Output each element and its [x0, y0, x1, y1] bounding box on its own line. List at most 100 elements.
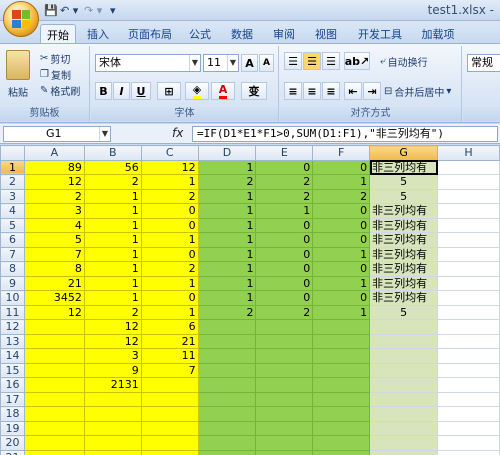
cell-b6[interactable]: 1 — [83, 232, 142, 248]
cell-b15[interactable]: 9 — [83, 362, 142, 378]
tab-addins[interactable]: 加载项 — [414, 24, 462, 43]
cell-g17[interactable] — [369, 391, 439, 407]
cell-e14[interactable] — [255, 348, 314, 364]
cell-a12[interactable] — [23, 319, 85, 335]
increase-indent-button[interactable]: ⇥ — [363, 82, 381, 100]
row-header[interactable]: 4 — [0, 203, 25, 219]
cell-b16[interactable]: 2131 — [83, 377, 142, 393]
cell-c4[interactable]: 0 — [140, 203, 199, 219]
cell-h11[interactable] — [437, 304, 500, 320]
cell-d7[interactable]: 1 — [197, 246, 257, 262]
cell-e15[interactable] — [255, 362, 314, 378]
merge-center-button[interactable]: ⊟ 合并后居中 ▾ — [384, 84, 451, 99]
cell-e20[interactable] — [255, 435, 314, 451]
cell-a17[interactable] — [23, 391, 85, 407]
cell-h7[interactable] — [437, 246, 500, 262]
cell-a19[interactable] — [23, 420, 85, 436]
redo-button[interactable]: ↷ ▾ — [84, 3, 102, 18]
cell-d2[interactable]: 2 — [197, 174, 257, 190]
row-header[interactable]: 20 — [0, 435, 25, 451]
cell-b13[interactable]: 12 — [83, 333, 142, 349]
row-header[interactable]: 1 — [0, 159, 25, 175]
column-header-a[interactable]: A — [23, 145, 85, 161]
cell-g2[interactable]: 5 — [369, 174, 439, 190]
undo-button[interactable]: ↶ ▾ — [60, 3, 78, 18]
cell-h1[interactable] — [437, 159, 500, 175]
row-header[interactable]: 5 — [0, 217, 25, 233]
format-painter-button[interactable]: ✎ 格式刷 — [40, 83, 80, 98]
cell-a15[interactable] — [23, 362, 85, 378]
cell-h3[interactable] — [437, 188, 500, 204]
paste-button[interactable]: 粘贴 — [8, 84, 28, 99]
cell-e2[interactable]: 2 — [255, 174, 314, 190]
cell-b1[interactable]: 56 — [83, 159, 142, 175]
cell-b12[interactable]: 12 — [83, 319, 142, 335]
cell-a18[interactable] — [23, 406, 85, 422]
cell-h2[interactable] — [437, 174, 500, 190]
cell-a21[interactable] — [23, 449, 85, 455]
cell-f2[interactable]: 1 — [312, 174, 371, 190]
cell-a8[interactable]: 8 — [23, 261, 85, 277]
cell-b8[interactable]: 1 — [83, 261, 142, 277]
row-header[interactable]: 16 — [0, 377, 25, 393]
row-header[interactable]: 3 — [0, 188, 25, 204]
cell-h14[interactable] — [437, 348, 500, 364]
align-center-button[interactable]: ≡ — [303, 82, 321, 100]
cell-h15[interactable] — [437, 362, 500, 378]
cell-f3[interactable]: 2 — [312, 188, 371, 204]
cell-f7[interactable]: 1 — [312, 246, 371, 262]
align-left-button[interactable]: ≡ — [284, 82, 302, 100]
customize-quick-access-icon[interactable]: ▾ — [110, 3, 116, 18]
align-bottom-button[interactable]: ☰ — [322, 52, 340, 70]
cell-d5[interactable]: 1 — [197, 217, 257, 233]
cell-d15[interactable] — [197, 362, 257, 378]
row-header[interactable]: 17 — [0, 391, 25, 407]
cell-f4[interactable]: 0 — [312, 203, 371, 219]
save-icon[interactable]: 💾 — [44, 3, 58, 18]
cell-g16[interactable] — [369, 377, 439, 393]
cell-f19[interactable] — [312, 420, 371, 436]
cell-a14[interactable] — [23, 348, 85, 364]
cell-f20[interactable] — [312, 435, 371, 451]
cell-c1[interactable]: 12 — [140, 159, 199, 175]
row-header[interactable]: 12 — [0, 319, 25, 335]
cell-e21[interactable] — [255, 449, 314, 455]
cell-c19[interactable] — [140, 420, 199, 436]
cell-d21[interactable] — [197, 449, 257, 455]
cut-button[interactable]: ✂ 剪切 — [40, 51, 70, 66]
row-header[interactable]: 8 — [0, 261, 25, 277]
cell-e1[interactable]: 0 — [255, 159, 314, 175]
cell-b11[interactable]: 2 — [83, 304, 142, 320]
tab-page-layout[interactable]: 页面布局 — [120, 24, 180, 43]
cell-a3[interactable]: 2 — [23, 188, 85, 204]
cell-a11[interactable]: 12 — [23, 304, 85, 320]
cell-d3[interactable]: 1 — [197, 188, 257, 204]
paste-icon[interactable] — [6, 50, 30, 80]
cell-e16[interactable] — [255, 377, 314, 393]
cell-h21[interactable] — [437, 449, 500, 455]
insert-function-icon[interactable]: fx — [172, 126, 183, 140]
cell-a20[interactable] — [23, 435, 85, 451]
cell-f9[interactable]: 1 — [312, 275, 371, 291]
cell-c8[interactable]: 2 — [140, 261, 199, 277]
row-header[interactable]: 6 — [0, 232, 25, 248]
cell-g5[interactable]: 非三列均有 — [369, 217, 439, 233]
tab-data[interactable]: 数据 — [224, 24, 260, 43]
cell-d14[interactable] — [197, 348, 257, 364]
cell-h20[interactable] — [437, 435, 500, 451]
cell-h16[interactable] — [437, 377, 500, 393]
cell-g18[interactable] — [369, 406, 439, 422]
bold-button[interactable]: B — [95, 82, 112, 100]
cell-g1[interactable]: 非三列均有 — [369, 159, 439, 175]
name-box[interactable]: G1 ▼ — [3, 126, 111, 142]
cell-c2[interactable]: 1 — [140, 174, 199, 190]
wrap-text-button[interactable]: ⤶ 自动换行 — [380, 54, 428, 69]
shrink-font-button[interactable]: A — [259, 54, 274, 72]
cell-h17[interactable] — [437, 391, 500, 407]
cell-g12[interactable] — [369, 319, 439, 335]
cell-c13[interactable]: 21 — [140, 333, 199, 349]
row-header[interactable]: 10 — [0, 290, 25, 306]
cell-d12[interactable] — [197, 319, 257, 335]
cell-e6[interactable]: 0 — [255, 232, 314, 248]
grow-font-button[interactable]: A — [241, 54, 258, 72]
